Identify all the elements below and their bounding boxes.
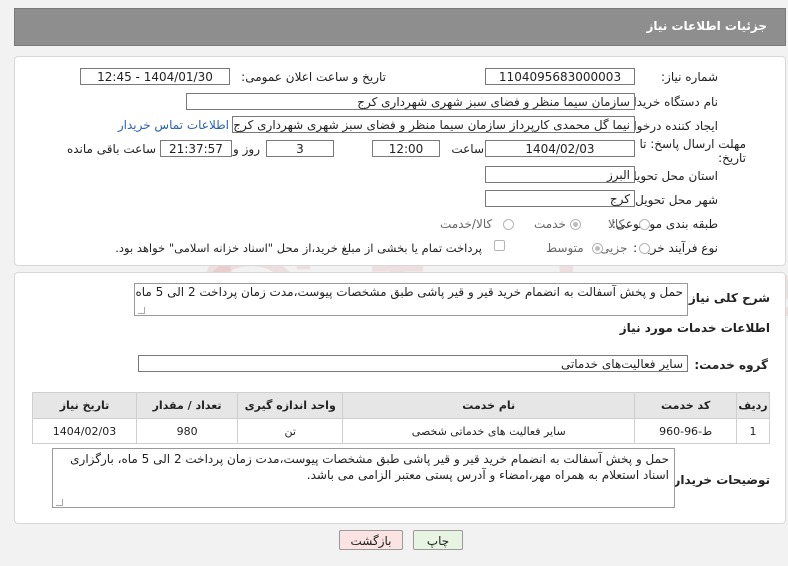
announce-field: 1404/01/30 - 12:45 [80, 68, 230, 85]
days-remaining-field: 3 [266, 140, 334, 157]
buyer-notes-field: حمل و پخش آسفالت به انضمام خرید قیر و قی… [52, 448, 675, 508]
process-option-partial: جزیی [600, 241, 628, 255]
need-number-label: شماره نیاز: [661, 70, 718, 84]
time-remaining-field: 21:37:57 [160, 140, 232, 157]
buyer-org-label: نام دستگاه خریدار: [623, 95, 719, 109]
summary-field: حمل و پخش آسفالت به انضمام خرید قیر و قی… [134, 283, 688, 316]
table-row: 1 ط-96-960 سایر فعالیت های خدماتی شخصی ت… [31, 418, 770, 444]
buyer-org-field: سازمان سیما منظر و فضای سبز شهری شهرداری… [186, 93, 635, 110]
province-field: البرز [485, 166, 635, 183]
print-button[interactable]: چاپ [413, 530, 463, 550]
col-service-name: نام خدمت [342, 392, 636, 419]
page-header: جزئیات اطلاعات نیاز [14, 8, 786, 46]
city-label: شهر محل تحویل: [631, 193, 718, 207]
service-group-field: سایر فعالیت‌های خدماتی [138, 355, 688, 372]
category-label: طبقه بندی موضوعی: [611, 217, 718, 231]
col-unit: واحد اندازه گیری [237, 392, 344, 419]
category-option-service: خدمت [534, 217, 566, 231]
category-radio-goods[interactable] [639, 219, 650, 230]
treasury-payment-note: پرداخت تمام یا بخشی از مبلغ خرید،از محل … [115, 241, 482, 255]
process-radio-partial[interactable] [639, 243, 650, 254]
col-row: ردیف [736, 392, 770, 419]
buyer-contact-link[interactable]: اطلاعات تماس خریدار [118, 118, 229, 132]
cell-unit: تن [237, 418, 344, 444]
col-service-code: کد خدمت [634, 392, 738, 419]
category-radio-service[interactable] [570, 219, 581, 230]
cell-row: 1 [736, 418, 770, 444]
category-option-goods-service: کالا/خدمت [440, 217, 493, 231]
page-title: جزئیات اطلاعات نیاز [646, 19, 767, 33]
announce-label: تاریخ و ساعت اعلان عمومی: [241, 70, 386, 84]
category-option-goods: کالا [608, 217, 625, 231]
category-radio-goods-service[interactable] [503, 219, 514, 230]
summary-resize-handle[interactable] [138, 307, 145, 314]
cell-need-date: 1404/02/03 [31, 418, 138, 444]
col-need-date: تاریخ نیاز [31, 392, 138, 419]
treasury-payment-checkbox[interactable] [494, 240, 505, 251]
deadline-time-field: 12:00 [372, 140, 440, 157]
creator-field: نیما گل محمدی کارپرداز سازمان سیما منظر … [232, 116, 635, 133]
days-label: روز و [233, 142, 260, 156]
cell-service-code: ط-96-960 [634, 418, 738, 444]
back-button[interactable]: بازگشت [339, 530, 403, 550]
cell-quantity: 980 [136, 418, 239, 444]
buyer-notes-label: توضیحات خریدار: [668, 473, 770, 487]
need-number-field: 1104095683000003 [485, 68, 635, 85]
deadline-label-date: تاریخ: [718, 151, 746, 165]
deadline-date-field: 1404/02/03 [485, 140, 635, 157]
time-remaining-label: ساعت باقی مانده [66, 142, 156, 156]
province-label: استان محل تحویل: [623, 169, 718, 183]
service-group-label: گروه خدمت: [694, 358, 768, 372]
table-header-row: ردیف کد خدمت نام خدمت واحد اندازه گیری ت… [31, 392, 770, 419]
city-field: کرج [485, 190, 635, 207]
summary-label: شرح کلی نیاز: [684, 291, 770, 305]
services-section-title: اطلاعات خدمات مورد نیاز [619, 321, 770, 335]
details-panel [14, 56, 786, 266]
process-option-medium: متوسط [546, 241, 584, 255]
deadline-time-label: ساعت [451, 142, 484, 156]
col-quantity: تعداد / مقدار [136, 392, 239, 419]
process-radio-medium[interactable] [592, 243, 603, 254]
cell-service-name: سایر فعالیت های خدماتی شخصی [342, 418, 636, 444]
services-table: ردیف کد خدمت نام خدمت واحد اندازه گیری ت… [31, 392, 770, 444]
deadline-label: مهلت ارسال پاسخ: تا [639, 137, 746, 151]
buyer-notes-resize-handle[interactable] [56, 499, 63, 506]
